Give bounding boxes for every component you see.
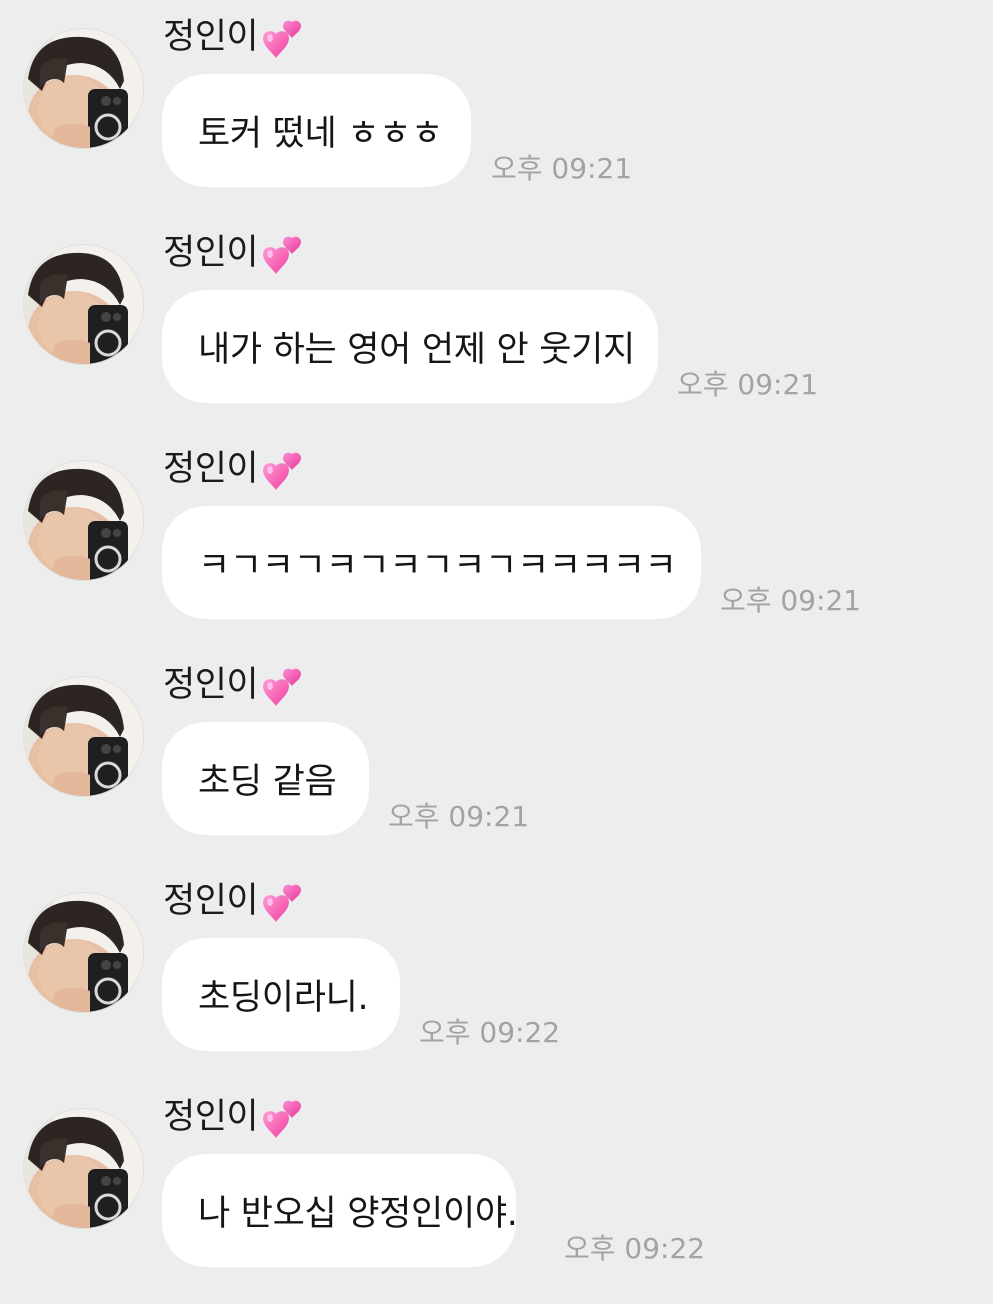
sender-label: 정인이 <box>163 446 306 492</box>
two-hearts-icon <box>262 668 306 710</box>
message-row: 정인이 나 반오십 양정인이야. 오후 09:22 <box>0 1080 993 1296</box>
message-row: 정인이 토커 떴네 ㅎㅎㅎ 오후 09:21 <box>0 0 993 216</box>
message-timestamp: 오후 09:22 <box>419 1016 561 1049</box>
message-timestamp: 오후 09:21 <box>677 368 819 401</box>
message-bubble[interactable]: 토커 떴네 ㅎㅎㅎ <box>162 74 471 187</box>
avatar[interactable] <box>24 29 143 148</box>
message-text: 토커 떴네 ㅎㅎㅎ <box>198 114 443 154</box>
message-text: 나 반오십 양정인이야. <box>198 1194 518 1234</box>
message-timestamp: 오후 09:21 <box>388 800 530 833</box>
sender-name: 정인이 <box>163 17 259 57</box>
sender-label: 정인이 <box>163 230 306 276</box>
message-row: 정인이 초딩 같음오후 09:21 <box>0 648 993 864</box>
sender-label: 정인이 <box>163 1094 306 1140</box>
two-hearts-icon <box>262 1100 306 1142</box>
message-bubble[interactable]: ㅋㄱㅋㄱㅋㄱㅋㄱㅋㄱㅋㅋㅋㅋㅋ <box>162 506 701 619</box>
message-text: 초딩이라니. <box>198 978 369 1018</box>
message-bubble[interactable]: 초딩 같음 <box>162 722 369 835</box>
message-row: 정인이 초딩이라니. 오후 09:22 <box>0 864 993 1080</box>
message-bubble[interactable]: 내가 하는 영어 언제 안 웃기지 <box>162 290 658 403</box>
chat-message-list[interactable]: 정인이 토커 떴네 ㅎㅎㅎ 오후 09:21 정인이 내가 하는 영어 언제 안 … <box>0 0 993 1304</box>
sender-label: 정인이 <box>163 878 306 924</box>
message-text: ㅋㄱㅋㄱㅋㄱㅋㄱㅋㄱㅋㅋㅋㅋㅋ <box>198 546 677 586</box>
message-text: 초딩 같음 <box>198 762 337 802</box>
two-hearts-icon <box>262 20 306 62</box>
sender-name: 정인이 <box>163 449 259 489</box>
sender-name: 정인이 <box>163 881 259 921</box>
message-row: 정인이 내가 하는 영어 언제 안 웃기지오후 09:21 <box>0 216 993 432</box>
message-row: 정인이 ㅋㄱㅋㄱㅋㄱㅋㄱㅋㄱㅋㅋㅋㅋㅋ 오후 09:21 <box>0 432 993 648</box>
sender-name: 정인이 <box>163 1097 259 1137</box>
avatar[interactable] <box>24 1109 143 1228</box>
sender-name: 정인이 <box>163 665 259 705</box>
sender-name: 정인이 <box>163 233 259 273</box>
two-hearts-icon <box>262 236 306 278</box>
avatar[interactable] <box>24 461 143 580</box>
message-timestamp: 오후 09:21 <box>491 152 633 185</box>
avatar[interactable] <box>24 245 143 364</box>
message-text: 내가 하는 영어 언제 안 웃기지 <box>198 330 635 370</box>
sender-label: 정인이 <box>163 662 306 708</box>
avatar[interactable] <box>24 677 143 796</box>
message-bubble[interactable]: 초딩이라니. <box>162 938 400 1051</box>
message-bubble[interactable]: 나 반오십 양정인이야. <box>162 1154 518 1267</box>
message-timestamp: 오후 09:22 <box>564 1232 706 1265</box>
avatar[interactable] <box>24 893 143 1012</box>
two-hearts-icon <box>262 884 306 926</box>
two-hearts-icon <box>262 452 306 494</box>
sender-label: 정인이 <box>163 14 306 60</box>
message-timestamp: 오후 09:21 <box>720 584 862 617</box>
